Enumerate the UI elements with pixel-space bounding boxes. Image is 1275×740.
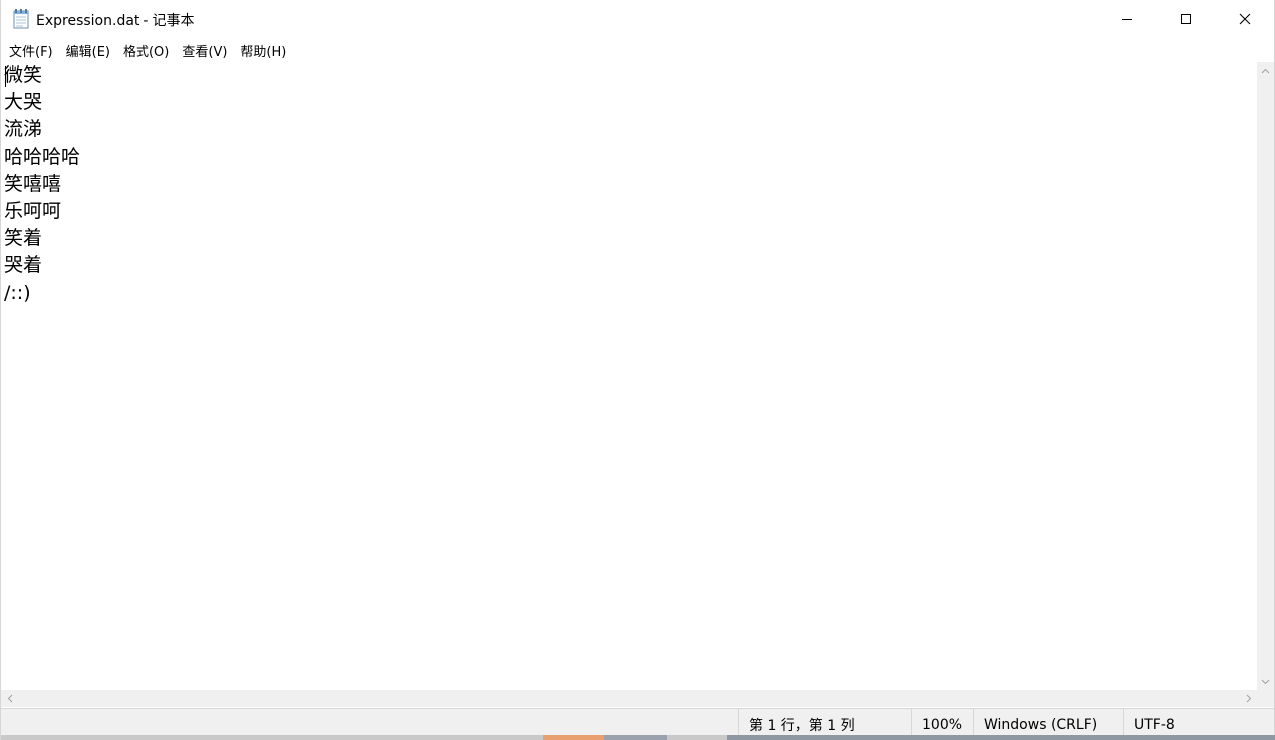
menu-help[interactable]: 帮助(H) bbox=[234, 39, 292, 62]
notepad-icon[interactable] bbox=[12, 9, 30, 29]
minimize-button[interactable] bbox=[1098, 0, 1156, 38]
scroll-down-button[interactable] bbox=[1257, 673, 1274, 690]
maximize-icon bbox=[1181, 14, 1191, 24]
title-separator: - bbox=[143, 13, 149, 29]
horizontal-scrollbar[interactable] bbox=[1, 690, 1257, 707]
window-title: Expression.dat - 记事本 bbox=[36, 10, 194, 30]
chevron-left-icon bbox=[7, 694, 12, 703]
taskbar-segment bbox=[727, 735, 1275, 740]
editor-line[interactable]: 哭着 bbox=[1, 252, 1257, 279]
minimize-icon bbox=[1122, 19, 1132, 20]
editor-line[interactable]: 大哭 bbox=[1, 89, 1257, 116]
notepad-window: Expression.dat - 记事本 文件(F) 编辑(E) 格式(O) 查看(… bbox=[0, 0, 1275, 740]
menu-format[interactable]: 格式(O) bbox=[117, 39, 175, 62]
scroll-left-button[interactable] bbox=[1, 690, 18, 707]
editor-line[interactable]: /::) bbox=[1, 280, 1257, 307]
title-bar[interactable]: Expression.dat - 记事本 bbox=[1, 0, 1274, 38]
text-caret bbox=[5, 66, 6, 87]
title-app-name: 记事本 bbox=[152, 13, 195, 29]
editor-line[interactable]: 哈哈哈哈 bbox=[1, 144, 1257, 171]
editor-line[interactable]: 微笑 bbox=[1, 62, 1257, 89]
close-button[interactable] bbox=[1216, 0, 1274, 38]
editor-line[interactable]: 笑嘻嘻 bbox=[1, 171, 1257, 198]
vertical-scrollbar[interactable] bbox=[1257, 62, 1274, 690]
close-icon bbox=[1239, 13, 1251, 25]
editor-line[interactable]: 乐呵呵 bbox=[1, 198, 1257, 225]
editor-content[interactable]: 微笑 大哭 流涕 哈哈哈哈 笑嘻嘻 乐呵呵 笑着 哭着 /::) bbox=[1, 62, 1257, 307]
scroll-up-button[interactable] bbox=[1257, 62, 1274, 79]
scrollbar-corner bbox=[1257, 690, 1274, 707]
taskbar-segment bbox=[604, 735, 667, 740]
menu-view[interactable]: 查看(V) bbox=[176, 39, 233, 62]
editor-line[interactable]: 流涕 bbox=[1, 116, 1257, 143]
menu-bar: 文件(F) 编辑(E) 格式(O) 查看(V) 帮助(H) bbox=[1, 38, 1274, 62]
chevron-right-icon bbox=[1246, 694, 1251, 703]
scroll-right-button[interactable] bbox=[1240, 690, 1257, 707]
editor-line[interactable]: 笑着 bbox=[1, 225, 1257, 252]
menu-file[interactable]: 文件(F) bbox=[3, 39, 59, 62]
maximize-button[interactable] bbox=[1157, 0, 1215, 38]
menu-edit[interactable]: 编辑(E) bbox=[60, 39, 116, 62]
taskbar-edge bbox=[1, 735, 1275, 740]
chevron-up-icon bbox=[1261, 68, 1270, 73]
chevron-down-icon bbox=[1261, 679, 1270, 684]
taskbar-segment bbox=[543, 735, 604, 740]
text-editor[interactable]: 微笑 大哭 流涕 哈哈哈哈 笑嘻嘻 乐呵呵 笑着 哭着 /::) bbox=[1, 62, 1257, 690]
title-file-name: Expression.dat bbox=[36, 13, 140, 29]
